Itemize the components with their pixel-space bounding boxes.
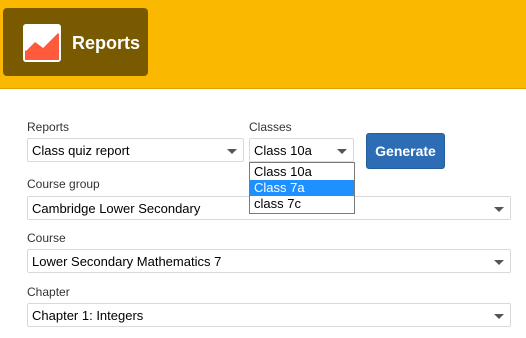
chevron-down-icon	[494, 260, 504, 265]
classes-option[interactable]: Class 10a	[250, 164, 354, 180]
chevron-down-icon	[337, 149, 347, 154]
generate-button[interactable]: Generate	[366, 133, 445, 169]
page-title: Reports	[72, 33, 141, 53]
classes-option[interactable]: class 7c	[250, 196, 354, 212]
course-select[interactable]: Lower Secondary Mathematics 7	[27, 249, 511, 273]
chapter-label: Chapter	[27, 285, 70, 299]
classes-dropdown-list: Class 10a Class 7a class 7c	[249, 162, 355, 214]
chapter-select-value: Chapter 1: Integers	[32, 308, 144, 323]
course-group-select-value: Cambridge Lower Secondary	[32, 201, 201, 216]
chevron-down-icon	[227, 149, 237, 154]
line-chart-icon	[23, 24, 61, 62]
course-select-value: Lower Secondary Mathematics 7	[32, 254, 222, 269]
chevron-down-icon	[494, 207, 504, 212]
classes-select-value: Class 10a	[254, 143, 312, 158]
reports-brand-tile[interactable]: Reports	[3, 8, 148, 76]
reports-page: Reports Reports Class quiz report Classe…	[0, 0, 526, 338]
course-group-label: Course group	[27, 177, 100, 191]
classes-option-highlighted[interactable]: Class 7a	[250, 180, 354, 196]
classes-label: Classes	[249, 120, 292, 134]
reports-select[interactable]: Class quiz report	[27, 138, 244, 162]
course-label: Course	[27, 231, 66, 245]
classes-select[interactable]: Class 10a	[249, 138, 354, 162]
chevron-down-icon	[494, 314, 504, 319]
chapter-select[interactable]: Chapter 1: Integers	[27, 303, 511, 327]
reports-label: Reports	[27, 120, 70, 134]
header-bar: Reports	[0, 0, 526, 89]
reports-select-value: Class quiz report	[32, 143, 130, 158]
